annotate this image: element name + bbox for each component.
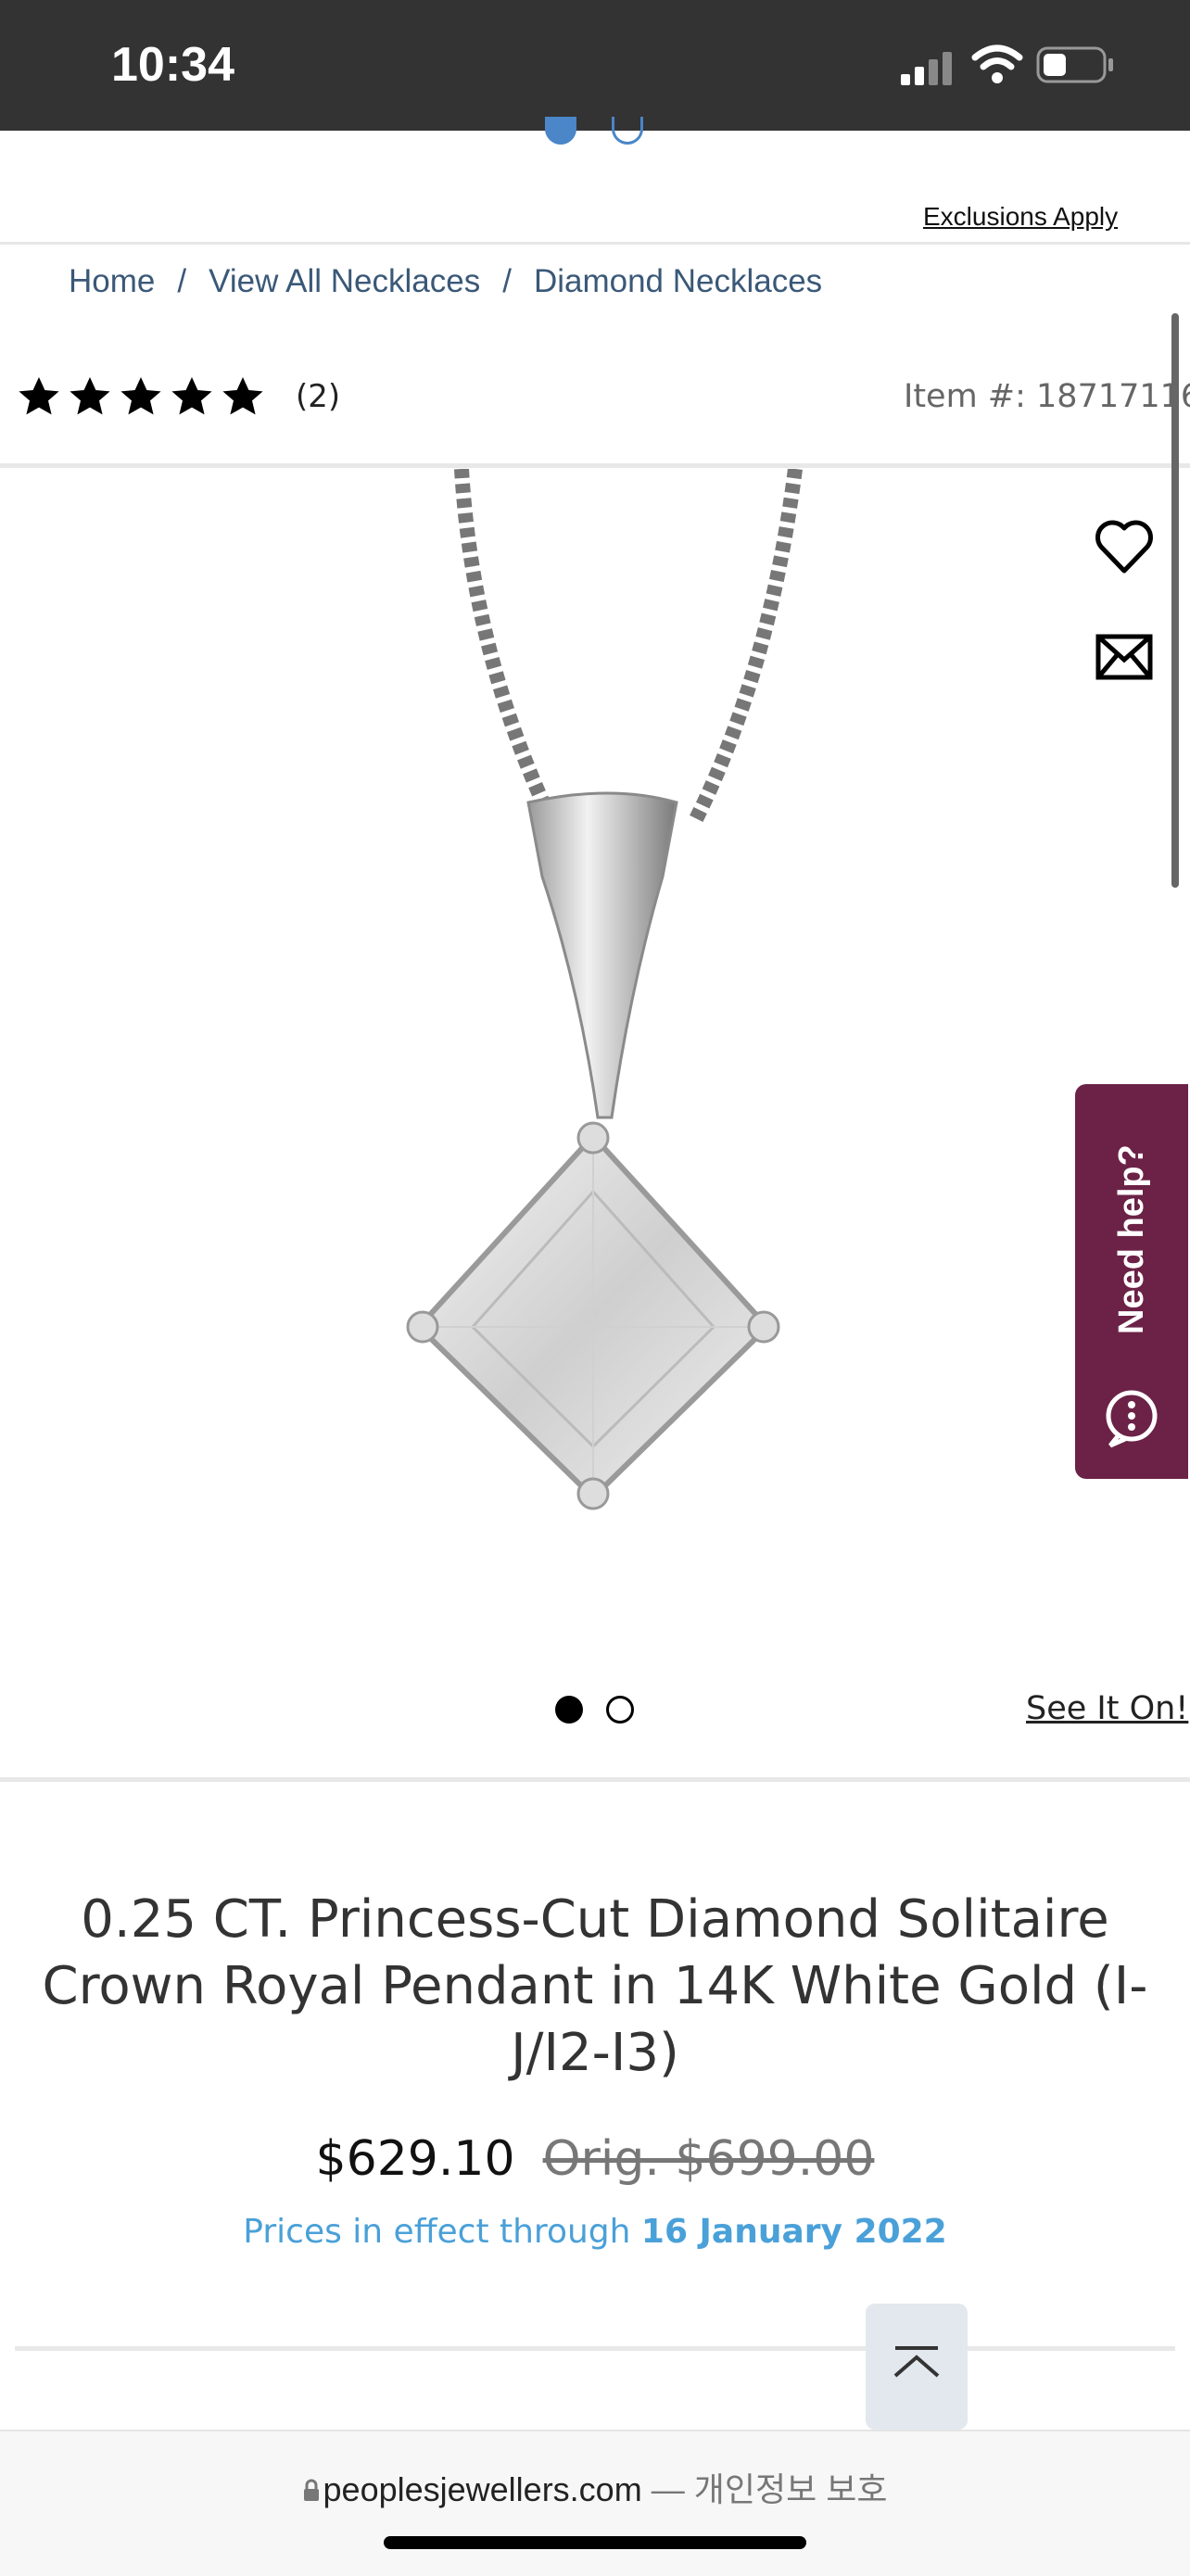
divider: [0, 242, 1190, 245]
url-privacy-label: — 개인정보 보호: [651, 2470, 888, 2508]
chevron-up-icon: [893, 2346, 940, 2378]
original-price: Orig. $699.00: [542, 2131, 875, 2187]
url-display[interactable]: peoplesjewellers.com — 개인정보 보호: [0, 2463, 1190, 2511]
breadcrumb-separator: /: [177, 263, 187, 299]
product-image[interactable]: [334, 467, 853, 1562]
breadcrumb-diamond-necklaces[interactable]: Diamond Necklaces: [534, 263, 822, 300]
price-effective-prefix: Prices in effect through: [243, 2213, 631, 2251]
star-icon: [120, 377, 161, 415]
need-help-label: Need help?: [1112, 1144, 1151, 1334]
star-icon: [222, 377, 263, 415]
scroll-to-top-button[interactable]: [866, 2304, 968, 2430]
product-title: 0.25 CT. Princess-Cut Diamond Solitaire …: [42, 1889, 1148, 2083]
review-count[interactable]: (2): [296, 378, 340, 415]
wishlist-heart-icon[interactable]: [1094, 519, 1155, 575]
price-row: $629.10 Orig. $699.00: [0, 2131, 1190, 2187]
divider: [0, 1777, 1190, 1782]
image-dot[interactable]: [606, 1696, 634, 1724]
url-domain: peoplesjewellers.com: [323, 2470, 642, 2508]
image-dot-active[interactable]: [555, 1696, 583, 1724]
banner-dot-active[interactable]: [545, 117, 576, 145]
price-effective-date: 16 January 2022: [640, 2213, 947, 2251]
exclusions-apply-link[interactable]: Exclusions Apply: [923, 202, 1118, 232]
item-number: Item #: 18717116: [904, 378, 1190, 415]
breadcrumb: Home / View All Necklaces / Diamond Neck…: [69, 263, 822, 300]
breadcrumb-home[interactable]: Home: [69, 263, 155, 300]
chat-bubble-icon: [1099, 1381, 1164, 1455]
price-effective-note: Prices in effect through 16 January 2022: [0, 2213, 1190, 2251]
breadcrumb-necklaces[interactable]: View All Necklaces: [209, 263, 480, 300]
scrollbar[interactable]: [1171, 313, 1179, 888]
wifi-icon: [971, 43, 1023, 89]
home-indicator[interactable]: [384, 2536, 806, 2549]
star-icon: [70, 377, 110, 415]
rating-row[interactable]: (2): [17, 374, 340, 419]
status-time: 10:34: [111, 38, 234, 92]
divider: [15, 2346, 1175, 2351]
banner-dot[interactable]: [612, 117, 643, 145]
breadcrumb-separator: /: [502, 263, 512, 299]
sale-price: $629.10: [315, 2131, 515, 2187]
star-icon: [19, 377, 59, 415]
star-icon: [171, 377, 212, 415]
battery-icon: [1036, 46, 1116, 87]
cellular-signal-icon: [901, 50, 956, 91]
email-envelope-icon[interactable]: [1095, 634, 1153, 680]
divider: [0, 463, 1190, 468]
lock-icon: [303, 2479, 319, 2501]
see-it-on-link[interactable]: See It On!: [1026, 1690, 1188, 1727]
